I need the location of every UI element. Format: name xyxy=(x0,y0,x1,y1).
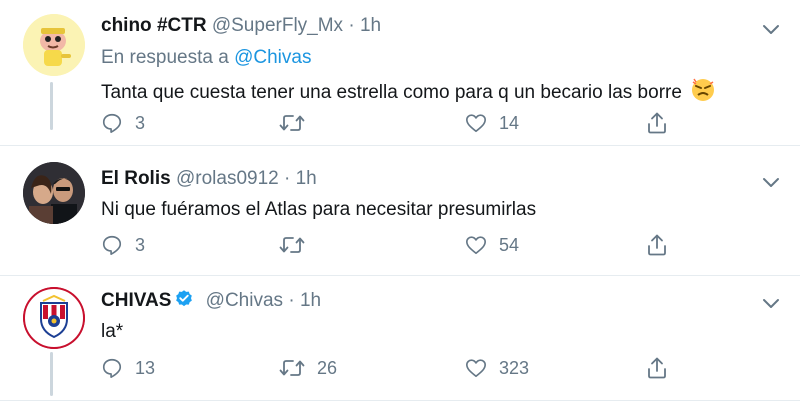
share-icon xyxy=(648,112,666,134)
verified-badge-icon xyxy=(176,290,193,307)
heart-icon xyxy=(466,236,486,255)
tweet-text-content: Tanta que cuesta tener una estrella como… xyxy=(101,82,682,103)
chevron-down-icon[interactable] xyxy=(760,292,782,314)
separator-dot: · xyxy=(284,168,291,189)
reply-mention-link[interactable]: @Chivas xyxy=(234,47,311,68)
reply-icon xyxy=(102,235,122,255)
tweet-text: Tanta que cuesta tener una estrella como… xyxy=(101,78,715,104)
chevron-down-icon[interactable] xyxy=(760,171,782,193)
display-name[interactable]: chino #CTR xyxy=(101,15,207,36)
reply-button[interactable]: 3 xyxy=(101,112,145,134)
retweet-button[interactable] xyxy=(279,234,317,256)
user-handle[interactable]: @Chivas xyxy=(206,290,283,311)
avatar[interactable] xyxy=(23,287,85,349)
share-button[interactable] xyxy=(646,356,668,380)
display-name[interactable]: El Rolis xyxy=(101,168,171,189)
timestamp[interactable]: 1h xyxy=(360,15,381,36)
avatar-photo-icon xyxy=(23,162,85,224)
like-count: 14 xyxy=(499,112,520,133)
divider xyxy=(0,275,800,276)
tweet-header: El Rolis @rolas0912 · 1h xyxy=(101,168,317,190)
reply-count: 3 xyxy=(135,112,146,133)
reply-icon xyxy=(102,358,122,378)
timestamp[interactable]: 1h xyxy=(296,168,317,189)
chevron-down-icon[interactable] xyxy=(760,18,782,40)
reply-count: 3 xyxy=(135,234,146,255)
separator-dot: · xyxy=(288,290,295,311)
like-button[interactable]: 323 xyxy=(465,357,529,379)
share-button[interactable] xyxy=(646,111,668,135)
thread-line xyxy=(50,352,53,396)
tweet-text: la* xyxy=(101,321,124,342)
tweet-header: CHIVAS @Chivas · 1h xyxy=(101,289,321,312)
share-icon xyxy=(648,357,666,379)
retweet-icon xyxy=(279,360,305,376)
thread-line xyxy=(50,82,53,130)
like-button[interactable]: 14 xyxy=(465,112,519,134)
tweet-header: chino #CTR @SuperFly_Mx · 1h xyxy=(101,15,381,37)
avatar[interactable] xyxy=(23,14,85,76)
retweet-icon xyxy=(279,237,305,253)
retweet-icon xyxy=(279,115,305,131)
reply-context: En respuesta a @Chivas xyxy=(101,47,311,69)
share-icon xyxy=(648,234,666,256)
reply-button[interactable]: 13 xyxy=(101,357,155,379)
reply-button[interactable]: 3 xyxy=(101,234,145,256)
heart-icon xyxy=(466,114,486,133)
reply-prefix: En respuesta a xyxy=(101,47,229,68)
reply-icon xyxy=(102,113,122,133)
chivas-crest-icon xyxy=(23,287,85,349)
like-count: 323 xyxy=(499,357,530,378)
retweet-button[interactable]: 26 xyxy=(279,357,337,379)
angry-face-emoji xyxy=(692,78,715,101)
tweet-text: Ni que fuéramos el Atlas para necesitar … xyxy=(101,199,537,220)
share-button[interactable] xyxy=(646,233,668,257)
avatar-cartoon-icon xyxy=(23,14,85,76)
heart-icon xyxy=(466,359,486,378)
user-handle[interactable]: @SuperFly_Mx xyxy=(212,15,343,36)
divider xyxy=(0,400,800,401)
user-handle[interactable]: @rolas0912 xyxy=(176,168,279,189)
display-name[interactable]: CHIVAS xyxy=(101,290,171,311)
like-button[interactable]: 54 xyxy=(465,234,519,256)
divider xyxy=(0,145,800,146)
timestamp[interactable]: 1h xyxy=(300,290,321,311)
avatar[interactable] xyxy=(23,162,85,224)
reply-count: 13 xyxy=(135,357,156,378)
like-count: 54 xyxy=(499,234,520,255)
separator-dot: · xyxy=(348,15,355,36)
retweet-count: 26 xyxy=(317,357,338,378)
retweet-button[interactable] xyxy=(279,112,317,134)
